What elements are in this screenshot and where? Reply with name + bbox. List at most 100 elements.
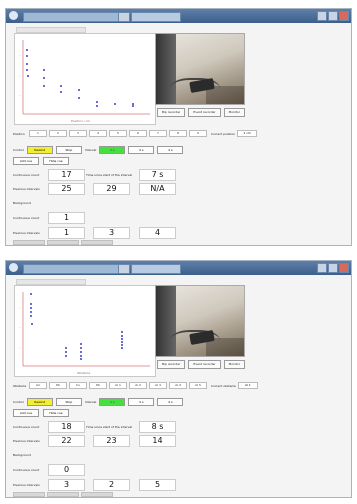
interval-1s-button[interactable]: 1 s xyxy=(99,146,126,154)
title-select[interactable] xyxy=(131,264,181,274)
position-button[interactable]: 9 xyxy=(189,130,207,137)
position-button[interactable]: 6 xyxy=(129,130,147,137)
data-point xyxy=(96,101,98,103)
bottom-tab[interactable] xyxy=(81,492,113,497)
interval-4s-button[interactable]: 4 s xyxy=(157,146,184,154)
y-tick: - xyxy=(19,345,20,349)
title-dropdown-button[interactable] xyxy=(118,12,130,22)
obstacle-button[interactable]: Al 4 xyxy=(169,382,187,389)
data-point xyxy=(65,355,67,357)
position-row: Position 1 2 3 4 5 6 7 8 9 Current posit… xyxy=(13,130,258,137)
data-point xyxy=(30,311,32,313)
minimize-icon[interactable] xyxy=(317,11,327,21)
obstacle-button[interactable]: Cu xyxy=(69,382,87,389)
background-heading: Background xyxy=(13,453,31,457)
add-cue-button[interactable]: Add cue xyxy=(13,409,39,417)
close-icon[interactable] xyxy=(339,263,349,273)
monitor-button[interactable]: Monitor xyxy=(223,360,246,369)
hide-cue-button[interactable]: Hide cue xyxy=(43,157,69,165)
event-recorder-button[interactable]: Event recorder xyxy=(188,360,221,369)
position-button[interactable]: 3 xyxy=(69,130,87,137)
interval-2s-button[interactable]: 2 s xyxy=(128,398,155,406)
background-count-label: Continuous count xyxy=(13,216,40,220)
obstacle-button[interactable]: Pb xyxy=(89,382,107,389)
close-icon[interactable] xyxy=(339,11,349,21)
bottom-tab[interactable] xyxy=(47,492,79,497)
background-previous-value: 3 xyxy=(48,479,85,491)
y-tick: - xyxy=(19,93,20,97)
data-point xyxy=(132,105,134,107)
time-since-value: 7 s xyxy=(139,169,176,181)
data-point xyxy=(30,293,32,295)
bottom-tab[interactable] xyxy=(13,492,45,497)
position-button[interactable]: 1 xyxy=(29,130,47,137)
data-point xyxy=(80,351,82,353)
data-point xyxy=(80,355,82,357)
count-chart: - - - Obstacle xyxy=(14,285,156,377)
current-obstacle-field[interactable]: Al 1 xyxy=(237,382,258,389)
bip-recorder-button[interactable]: Bip recorder xyxy=(157,108,186,117)
obstacle-button[interactable]: Air xyxy=(29,382,47,389)
previous-interval-value: 29 xyxy=(93,183,130,195)
interval-1s-button[interactable]: 1 s xyxy=(99,398,126,406)
control-row: Control Rewind Stop Interval 1 s 2 s 4 s xyxy=(13,398,184,406)
data-point xyxy=(60,85,62,87)
previous-interval-value: N/A xyxy=(139,183,176,195)
x-axis-label: Obstacle xyxy=(77,371,90,375)
y-tick: - xyxy=(19,53,20,57)
maximize-icon[interactable] xyxy=(328,11,338,21)
position-button[interactable]: 7 xyxy=(149,130,167,137)
bottom-tab[interactable] xyxy=(81,240,113,245)
interval-2s-button[interactable]: 2 s xyxy=(128,146,155,154)
stop-button[interactable]: Stop xyxy=(55,398,82,406)
bottom-tab[interactable] xyxy=(47,240,79,245)
interval-4s-button[interactable]: 4 s xyxy=(157,398,184,406)
title-field[interactable] xyxy=(23,264,119,274)
background-previous-label: Previous intervals xyxy=(13,483,40,487)
current-position-field[interactable]: 1 cm xyxy=(237,130,258,137)
obstacle-button[interactable]: Al 5 xyxy=(189,382,207,389)
minimize-icon[interactable] xyxy=(317,263,327,273)
background-heading: Background xyxy=(13,201,31,205)
data-point xyxy=(114,103,116,105)
position-button[interactable]: 2 xyxy=(49,130,67,137)
obstacle-button[interactable]: Al 2 xyxy=(129,382,147,389)
time-since-label: Time since start of the interval xyxy=(86,425,133,429)
chart-svg: - - - Obstacle xyxy=(19,292,150,375)
position-button[interactable]: 8 xyxy=(169,130,187,137)
previous-interval-value: 22 xyxy=(48,435,85,447)
bottom-tab[interactable] xyxy=(13,240,45,245)
interval-label: Interval xyxy=(84,148,97,152)
obstacle-button[interactable]: Al 3 xyxy=(149,382,167,389)
obstacle-button[interactable]: Pb xyxy=(49,382,67,389)
previous-intervals-label: Previous intervals xyxy=(13,439,40,443)
data-point xyxy=(26,49,28,51)
position-button[interactable]: 5 xyxy=(109,130,127,137)
obstacle-row: Obstacle Air Pb Cu Pb Al 1 Al 2 Al 3 Al … xyxy=(13,382,258,389)
data-point xyxy=(121,341,123,343)
data-point xyxy=(80,347,82,349)
event-recorder-button[interactable]: Event recorder xyxy=(188,108,221,117)
obstacle-button[interactable]: Al 1 xyxy=(109,382,127,389)
data-point xyxy=(121,338,123,340)
monitor-button[interactable]: Monitor xyxy=(223,108,246,117)
data-point xyxy=(26,69,28,71)
continuous-count-label: Continuous count xyxy=(13,173,40,177)
bip-recorder-button[interactable]: Bip recorder xyxy=(157,360,186,369)
maximize-icon[interactable] xyxy=(328,263,338,273)
data-point xyxy=(27,75,29,77)
background-previous-value: 5 xyxy=(139,479,176,491)
background-count-value: 0 xyxy=(48,464,85,476)
data-point xyxy=(26,55,28,57)
title-select[interactable] xyxy=(131,12,181,22)
cue-row: Add cue Hide cue xyxy=(13,409,69,417)
stop-button[interactable]: Stop xyxy=(55,146,82,154)
position-button[interactable]: 4 xyxy=(89,130,107,137)
title-dropdown-button[interactable] xyxy=(118,264,130,274)
rewind-button[interactable]: Rewind xyxy=(26,146,53,154)
title-bar xyxy=(6,261,351,275)
title-field[interactable] xyxy=(23,12,119,22)
add-cue-button[interactable]: Add cue xyxy=(13,157,39,165)
rewind-button[interactable]: Rewind xyxy=(26,398,53,406)
hide-cue-button[interactable]: Hide cue xyxy=(43,409,69,417)
